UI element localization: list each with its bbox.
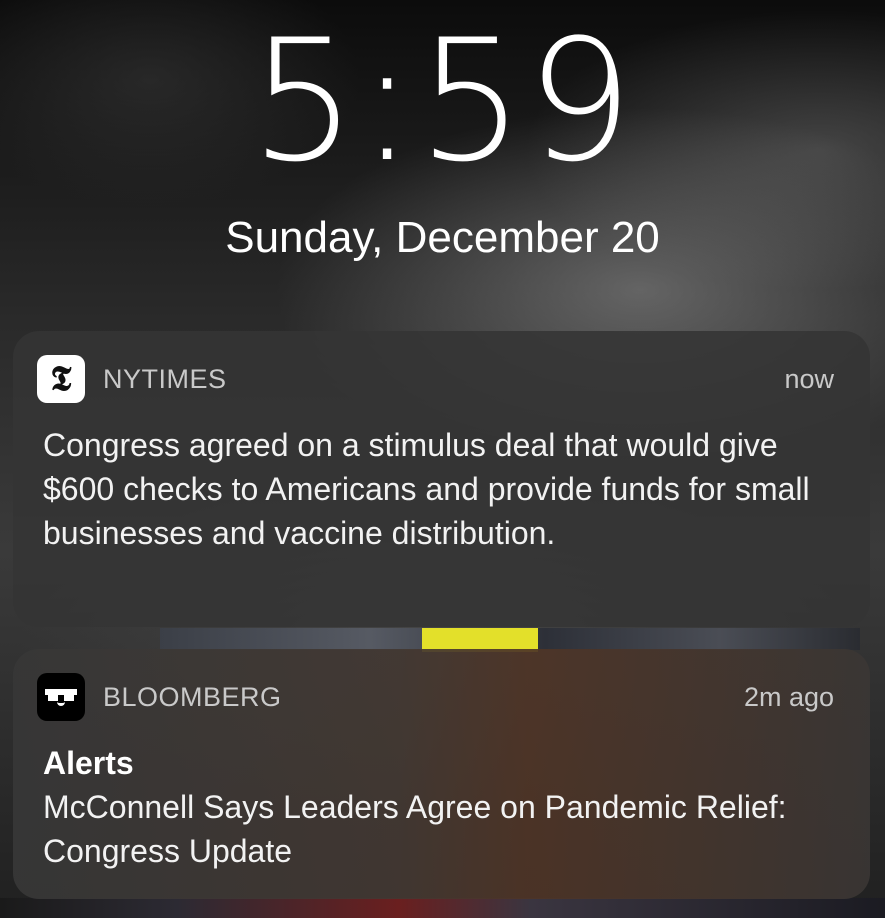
- bloomberg-logo-icon: [37, 673, 85, 721]
- notification-app-name: NYTIMES: [103, 364, 227, 394]
- lockscreen-time: 5:59: [249, 3, 636, 199]
- notification-timestamp: now: [784, 364, 834, 394]
- lockscreen-date: Sunday, December 20: [225, 213, 660, 262]
- notification-title: Alerts: [43, 745, 134, 781]
- wallpaper-detail-bottom: [0, 898, 885, 918]
- notification-body: Congress agreed on a stimulus deal that …: [43, 427, 810, 551]
- bloomberg-glyph: [45, 685, 77, 709]
- notification-body: McConnell Says Leaders Agree on Pandemic…: [43, 789, 787, 869]
- nytimes-logo-icon: 𝕿: [37, 355, 85, 403]
- notification-bloomberg[interactable]: BLOOMBERG 2m ago Alerts McConnell Says L…: [13, 649, 870, 899]
- notification-timestamp: 2m ago: [743, 682, 834, 712]
- notification-nytimes[interactable]: 𝕿 NYTIMES now Congress agreed on a stimu…: [13, 331, 870, 627]
- notification-app-name: BLOOMBERG: [103, 682, 282, 712]
- nytimes-logo-glyph: 𝕿: [50, 359, 72, 399]
